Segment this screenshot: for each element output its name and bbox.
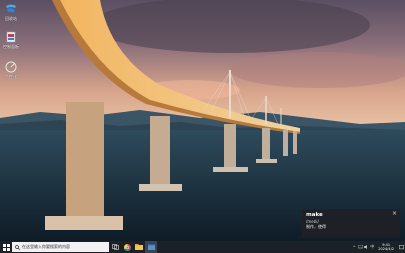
translation-popup[interactable]: make /meɪk/ 制作，使得 × bbox=[302, 209, 400, 238]
taskbar-search-box[interactable]: 在这里输入你要搜索的内容 bbox=[12, 242, 109, 252]
taskbar-app-chrome[interactable] bbox=[121, 241, 133, 253]
windows-logo-icon bbox=[2, 243, 10, 251]
desktop-icon-control-panel[interactable]: 控制面板 bbox=[0, 30, 22, 50]
desktop-icon-label: 控制面板 bbox=[3, 44, 19, 49]
search-placeholder: 在这里输入你要搜索的内容 bbox=[22, 244, 70, 249]
taskbar-app-window[interactable] bbox=[145, 241, 157, 253]
search-icon bbox=[15, 244, 20, 250]
desktop-icon-label: 个性化 bbox=[5, 74, 17, 79]
app-window-icon bbox=[147, 244, 155, 250]
task-view-button[interactable] bbox=[109, 241, 121, 253]
desktop-icon-personalize[interactable]: 个性化 bbox=[0, 60, 22, 80]
taskbar: 在这里输入你要搜索的内容 ^ 中 9:41 2024/4/2 bbox=[0, 241, 405, 253]
start-button[interactable] bbox=[0, 241, 12, 253]
ime-language-indicator[interactable]: 中 bbox=[369, 241, 375, 253]
recycle-bin-icon bbox=[6, 4, 16, 13]
chrome-icon bbox=[123, 243, 131, 251]
system-tray: ^ 中 9:41 2024/4/2 bbox=[351, 241, 405, 253]
desktop-wallpaper bbox=[0, 0, 405, 241]
popup-word: make bbox=[306, 212, 323, 218]
desktop-icon-recycle-bin[interactable]: 回收站 bbox=[0, 2, 22, 22]
personalize-icon bbox=[5, 61, 17, 73]
notification-center-button[interactable] bbox=[397, 241, 405, 253]
taskbar-app-explorer[interactable] bbox=[133, 241, 145, 253]
close-icon[interactable]: × bbox=[392, 210, 397, 217]
control-panel-icon bbox=[6, 31, 16, 43]
popup-meaning: 制作，使得 bbox=[306, 224, 326, 229]
task-view-icon bbox=[111, 244, 119, 250]
notification-icon bbox=[398, 244, 404, 249]
file-explorer-icon bbox=[135, 244, 143, 250]
taskbar-clock[interactable]: 9:41 2024/4/2 bbox=[378, 243, 394, 251]
clock-date: 2024/4/2 bbox=[378, 247, 394, 251]
desktop-icon-label: 回收站 bbox=[5, 16, 17, 21]
